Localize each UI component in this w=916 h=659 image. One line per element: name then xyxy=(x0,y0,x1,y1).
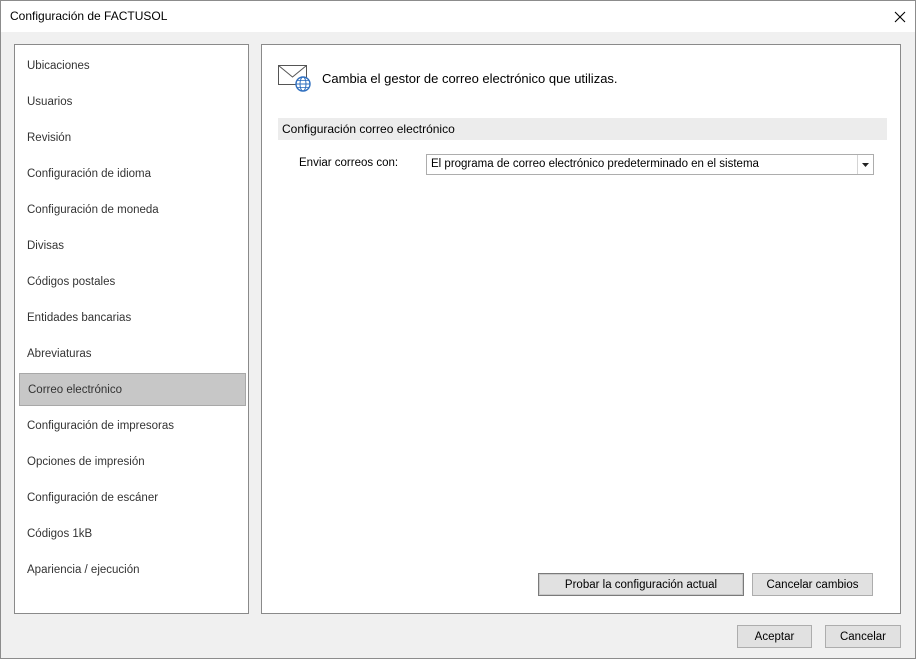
sidebar-item-usuarios[interactable]: Usuarios xyxy=(19,85,246,118)
sidebar-item-label: Configuración de impresoras xyxy=(27,419,175,432)
section-title: Configuración correo electrónico xyxy=(282,122,455,136)
sidebar-item-opciones-de-impresion[interactable]: Opciones de impresión xyxy=(19,445,246,478)
close-icon xyxy=(894,11,906,22)
sidebar-item-apariencia-ejecucion[interactable]: Apariencia / ejecución xyxy=(19,553,246,586)
sidebar-item-divisas[interactable]: Divisas xyxy=(19,229,246,262)
sidebar-item-label: Usuarios xyxy=(27,95,73,108)
settings-content-panel: Cambia el gestor de correo electrónico q… xyxy=(261,44,901,614)
email-config-section-header: Configuración correo electrónico xyxy=(278,118,887,140)
settings-category-list: Ubicaciones Usuarios Revisión Configuración… xyxy=(14,44,249,614)
sidebar-item-entidades-bancarias[interactable]: Entidades bancarias xyxy=(19,301,246,334)
sidebar-item-abreviaturas[interactable]: Abreviaturas xyxy=(19,337,246,370)
sidebar-item-label: Divisas xyxy=(27,239,65,252)
dropdown-arrow[interactable] xyxy=(857,155,873,174)
config-dialog: Configuración de FACTUSOL Ubicaciones Usu… xyxy=(0,0,916,659)
window-title: Configuración de FACTUSOL xyxy=(10,9,168,23)
envelope-globe-icon xyxy=(278,65,311,92)
panel-description: Cambia el gestor de correo electrónico q… xyxy=(322,71,618,86)
sidebar-item-configuracion-de-impresoras[interactable]: Configuración de impresoras xyxy=(19,409,246,442)
sidebar-item-label: Ubicaciones xyxy=(27,59,90,72)
send-with-selected-value: El programa de correo electrónico predet… xyxy=(431,158,759,170)
title-bar: Configuración de FACTUSOL xyxy=(1,1,915,32)
sidebar-item-ubicaciones[interactable]: Ubicaciones xyxy=(19,49,246,82)
sidebar-item-configuracion-de-idioma[interactable]: Configuración de idioma xyxy=(19,157,246,190)
accept-button[interactable]: Aceptar xyxy=(737,625,812,648)
sidebar-item-label: Códigos 1kB xyxy=(27,527,93,540)
sidebar-item-codigos-1kb[interactable]: Códigos 1kB xyxy=(19,517,246,550)
sidebar-item-codigos-postales[interactable]: Códigos postales xyxy=(19,265,246,298)
send-with-label: Enviar correos con: xyxy=(299,157,399,169)
sidebar-item-revision[interactable]: Revisión xyxy=(19,121,246,154)
sidebar-item-configuracion-de-moneda[interactable]: Configuración de moneda xyxy=(19,193,246,226)
test-config-button[interactable]: Probar la configuración actual xyxy=(538,573,744,596)
sidebar-item-label: Configuración de moneda xyxy=(27,203,159,216)
sidebar-item-label: Abreviaturas xyxy=(27,347,92,360)
chevron-down-icon xyxy=(862,162,869,167)
sidebar-item-label: Revisión xyxy=(27,131,72,144)
sidebar-item-label: Apariencia / ejecución xyxy=(27,563,140,576)
sidebar-item-configuracion-de-escaner[interactable]: Configuración de escáner xyxy=(19,481,246,514)
send-with-dropdown[interactable]: El programa de correo electrónico predet… xyxy=(426,154,874,175)
cancel-changes-button[interactable]: Cancelar cambios xyxy=(752,573,873,596)
sidebar-item-label: Configuración de idioma xyxy=(27,167,152,180)
sidebar-item-label: Entidades bancarias xyxy=(27,311,132,324)
sidebar-item-label: Correo electrónico xyxy=(28,383,122,396)
cancel-button[interactable]: Cancelar xyxy=(825,625,901,648)
sidebar-item-label: Configuración de escáner xyxy=(27,491,159,504)
sidebar-item-label: Códigos postales xyxy=(27,275,116,288)
sidebar-item-label: Opciones de impresión xyxy=(27,455,145,468)
sidebar-item-correo-electronico[interactable]: Correo electrónico xyxy=(19,373,246,406)
close-button[interactable] xyxy=(885,1,915,32)
